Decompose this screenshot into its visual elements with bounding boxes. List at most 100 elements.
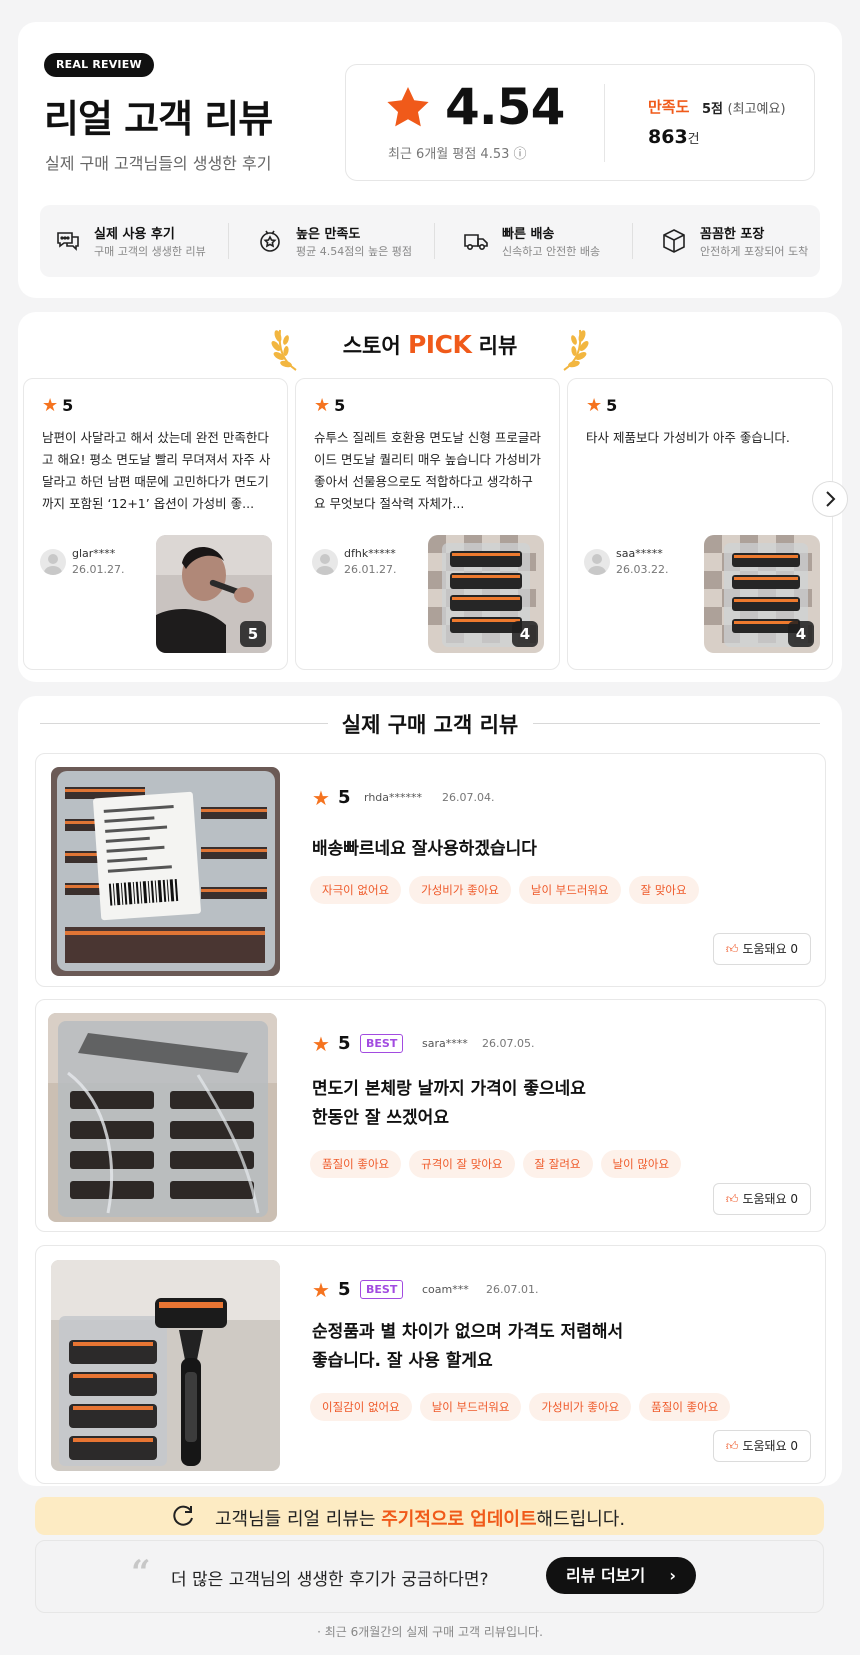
avatar [584,549,610,575]
carousel-next-button[interactable] [812,481,848,517]
pick-review-photo[interactable]: 5 [156,535,272,653]
rating-divider [604,84,605,162]
thumbs-up-icon: 👍︎ [725,942,739,956]
pick-date: 26.01.27. [344,563,397,576]
footnote: · 최근 6개월간의 실제 구매 고객 리뷰입니다. [317,1625,543,1639]
chat-icon [57,232,79,251]
pick-review-card[interactable]: ★ 5 타사 제품보다 가성비가 아주 좋습니다. saa***** 26.03.… [567,378,833,670]
pick-rating: ★ 5 [42,395,73,416]
page-subtitle: 실제 구매 고객님들의 생생한 후기 [45,154,272,173]
review-user: coam*** [422,1283,469,1296]
review-rating: 5 [338,1279,351,1300]
review-tags: 품질이 좋아요 규격이 잘 맞아요 잘 잘려요 날이 많아요 [310,1150,689,1178]
real-review-badge: REAL REVIEW [44,53,154,77]
star-icon: ★ [42,395,59,416]
feature-desc: 신속하고 안전한 배송 [502,245,601,258]
satisfaction-note: (최고예요) [727,102,786,117]
review-tag: 규격이 잘 맞아요 [409,1150,515,1178]
review-tag: 날이 부드러워요 [419,1393,522,1421]
feature-divider [434,223,435,259]
pick-review-photo[interactable]: 4 [428,535,544,653]
review-text: 순정품과 별 차이가 없으며 가격도 저렴해서 좋습니다. 잘 사용 할게요 [312,1322,624,1371]
star-icon [387,87,429,127]
feature-divider [632,223,633,259]
refresh-icon [173,1505,193,1526]
chevron-right-icon [826,491,836,507]
review-count: 863건 [648,126,700,148]
feature-desc: 안전하게 포장되어 도착 [700,245,809,258]
review-photo[interactable] [51,767,280,976]
thumbs-up-icon: 👍︎ [725,1192,739,1206]
star-icon: ★ [314,395,331,416]
feature-desc: 평균 4.54점의 높은 평점 [296,245,412,258]
blade-tray-image [48,1013,277,1222]
recent-average: 최근 6개월 평점 4.53 ⓘ [388,147,527,162]
more-reviews-label: 리뷰 더보기 [566,1566,646,1585]
feature-title: 높은 만족도 [296,227,361,242]
thumbs-up-icon: 👍︎ [725,1439,739,1453]
review-tags: 이질감이 없어요 날이 부드러워요 가성비가 좋아요 품질이 좋아요 [310,1393,738,1421]
more-reviews-button[interactable]: 리뷰 더보기 › [546,1557,696,1594]
review-tag: 가성비가 좋아요 [529,1393,632,1421]
review-date: 26.07.01. [486,1283,539,1296]
satisfaction-score: 5점 [702,102,724,117]
review-tag: 품질이 좋아요 [310,1150,402,1178]
pick-user: saa***** [616,547,663,560]
helpful-button[interactable]: 👍︎ 도움돼요 0 [713,933,811,965]
pick-title-highlight: PICK [407,330,472,359]
photo-count-badge: 5 [240,621,266,647]
pick-rating-value: 5 [334,396,346,415]
update-text-post: 해드립니다. [536,1509,626,1530]
pick-rating: ★ 5 [586,395,617,416]
pick-review-card[interactable]: ★ 5 슈투스 질레트 호환용 면도날 신형 프로글라이드 면도날 퀄리티 매우 … [295,378,560,670]
review-date: 26.07.04. [442,791,495,804]
feature-title: 실제 사용 후기 [94,227,175,242]
review-tag: 잘 맞아요 [628,876,699,904]
blade-pack-image [51,767,280,976]
reviews-section-title: 실제 구매 고객 리뷰 [341,713,519,737]
review-rating: 5 [338,787,351,808]
review-tag: 가성비가 좋아요 [409,876,511,904]
feature-divider [228,223,229,259]
review-tags: 자극이 없어요 가성비가 좋아요 날이 부드러워요 잘 맞아요 [310,876,707,904]
review-user: sara**** [422,1037,468,1050]
update-text-pre: 고객님들 리얼 리뷰는 [215,1509,382,1530]
review-tag: 품질이 좋아요 [639,1393,731,1421]
pick-rating-value: 5 [62,396,74,415]
feature-title: 빠른 배송 [502,227,555,242]
pick-review-text: 남편이 사달라고 해서 샀는데 완전 만족한다고 해요! 평소 면도날 빨리 무… [42,430,271,511]
photo-count-badge: 4 [512,621,538,647]
update-banner-text: 고객님들 리얼 리뷰는 주기적으로 업데이트해드립니다. [215,1505,625,1531]
pick-section-title: 스토어 PICK 리뷰 [0,330,860,360]
photo-count-badge: 4 [788,621,814,647]
feature-bar: 실제 사용 후기 구매 고객의 생생한 리뷰 높은 만족도 평균 4.54점의 … [40,205,820,277]
pick-review-text: 슈투스 질레트 호환용 면도날 신형 프로글라이드 면도날 퀄리티 매우 높습니… [314,430,541,511]
chevron-right-icon: › [669,1566,676,1585]
review-tag: 잘 잘려요 [522,1150,593,1178]
review-rating: 5 [338,1033,351,1054]
review-card: ★ 5 BEST coam*** 26.07.01. 순정품과 별 차이가 없으… [35,1245,826,1484]
pick-title-pre: 스토어 [342,334,408,358]
star-icon: ★ [586,395,603,416]
pick-review-photo[interactable]: 4 [704,535,820,653]
quote-icon: “ [131,1553,151,1593]
pick-review-card[interactable]: ★ 5 남편이 사달라고 해서 샀는데 완전 만족한다고 해요! 평소 면도날 빨… [23,378,288,670]
helpful-button[interactable]: 👍︎ 도움돼요 0 [713,1430,811,1462]
review-tag: 날이 많아요 [600,1150,682,1178]
review-photo[interactable] [48,1013,277,1222]
best-badge: BEST [360,1034,404,1053]
more-reviews-box: “ 더 많은 고객님의 생생한 후기가 궁금하다면? 리뷰 더보기 › [35,1540,824,1613]
review-photo[interactable] [51,1260,280,1471]
box-icon [663,229,685,253]
update-banner: 고객님들 리얼 리뷰는 주기적으로 업데이트해드립니다. [35,1497,824,1535]
review-card: ★ 5 BEST sara**** 26.07.05. 면도기 본체랑 날까지 … [35,999,826,1232]
best-badge: BEST [360,1280,404,1299]
helpful-button[interactable]: 👍︎ 도움돼요 0 [713,1183,811,1215]
star-icon: ★ [312,786,330,810]
review-count-unit: 건 [687,132,700,147]
razor-and-blades-image [51,1260,280,1471]
review-tag: 이질감이 없어요 [310,1393,412,1421]
star-icon: ★ [312,1278,330,1302]
review-tag: 자극이 없어요 [310,876,402,904]
pick-review-text: 타사 제품보다 가성비가 아주 좋습니다. [586,430,790,445]
